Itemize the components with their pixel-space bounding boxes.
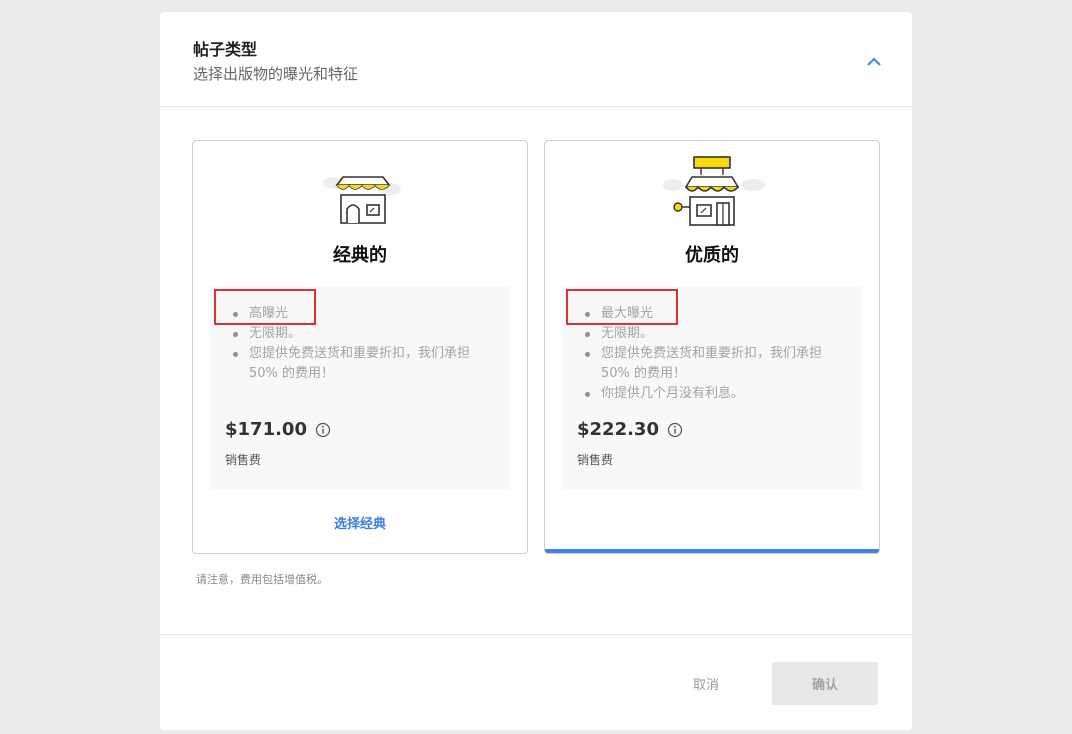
fee-label: 销售费 <box>225 453 262 467</box>
feature-item: 您提供免费送货和重要折扣，我们承担50% 的费用！ <box>585 344 845 384</box>
listing-card-classic[interactable]: 经典的 高曝光 无限期。 您提供免费送货和重要折扣，我们承担50% 的费用！ $… <box>192 140 528 554</box>
price-row: $222.30 <box>577 419 683 440</box>
highlight-box <box>566 289 678 325</box>
confirm-button[interactable]: 确认 <box>772 662 878 705</box>
storefront-icon <box>193 155 527 229</box>
panel-footer: 取消 确认 <box>160 634 912 730</box>
selected-indicator <box>545 549 879 553</box>
info-icon[interactable] <box>315 422 331 438</box>
feature-item: 无限期。 <box>233 324 493 344</box>
feature-item: 您提供免费送货和重要折扣，我们承担50% 的费用！ <box>233 344 493 384</box>
feature-item: 你提供几个月没有利息。 <box>585 384 845 404</box>
card-title: 优质的 <box>685 245 739 266</box>
tax-note: 请注意，费用包括增值税。 <box>196 573 328 586</box>
price: $222.30 <box>577 419 659 440</box>
cancel-button[interactable]: 取消 <box>666 662 746 704</box>
fee-label: 销售费 <box>577 453 614 467</box>
post-type-panel: 帖子类型 选择出版物的曝光和特征 经典的 高曝光 无限期。 您提供免费送货和重要… <box>160 12 912 730</box>
chevron-up-icon[interactable] <box>862 52 886 72</box>
listing-card-premium[interactable]: 优质的 最大曝光 无限期。 您提供免费送货和重要折扣，我们承担50% 的费用！ … <box>544 140 880 554</box>
highlight-box <box>214 289 316 325</box>
card-title: 经典的 <box>333 245 387 266</box>
panel-header[interactable]: 帖子类型 选择出版物的曝光和特征 <box>160 12 912 107</box>
select-classic-link[interactable]: 选择经典 <box>193 513 527 532</box>
feature-item: 无限期。 <box>585 324 845 344</box>
panel-title: 帖子类型 <box>193 40 258 59</box>
panel-subtitle: 选择出版物的曝光和特征 <box>193 65 359 83</box>
price: $171.00 <box>225 419 307 440</box>
premium-storefront-icon <box>545 155 879 229</box>
info-icon[interactable] <box>667 422 683 438</box>
price-row: $171.00 <box>225 419 331 440</box>
